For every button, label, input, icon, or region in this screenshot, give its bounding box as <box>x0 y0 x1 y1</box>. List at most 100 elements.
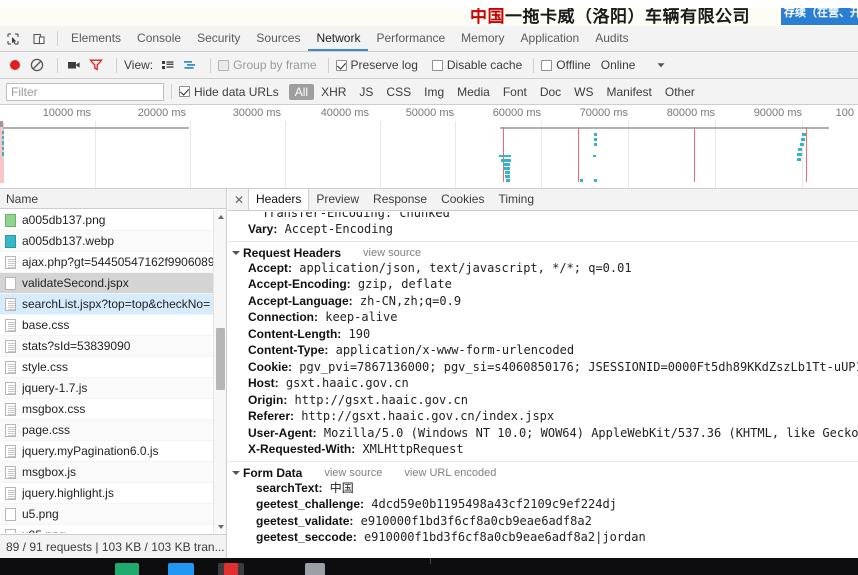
header-value: gsxt.haaic.gov.cn <box>278 376 409 390</box>
chevron-down-icon[interactable] <box>655 52 667 78</box>
view-source-link[interactable]: view source <box>363 247 421 259</box>
filter-type-font[interactable]: Font <box>497 84 533 100</box>
timeline-marker-red-3 <box>694 127 695 182</box>
devtools-tabbar: Elements Console Security Sources Networ… <box>0 26 858 52</box>
preserve-log-label: Preserve log <box>350 58 418 72</box>
timeline-tick-0: 10000 ms <box>42 107 91 119</box>
toolbar-divider <box>57 57 58 73</box>
filter-type-other[interactable]: Other <box>659 84 701 100</box>
hide-data-urls-checkbox[interactable]: Hide data URLs <box>179 79 279 105</box>
preserve-log-checkbox[interactable]: Preserve log <box>335 52 418 78</box>
filter-type-all[interactable]: All <box>288 83 315 100</box>
taskbar-icon-red[interactable] <box>224 563 238 575</box>
tab-elements[interactable]: Elements <box>63 26 129 51</box>
filter-type-js[interactable]: JS <box>353 84 379 100</box>
filter-type-img[interactable]: Img <box>418 84 450 100</box>
timeline-tick-7: 80000 ms <box>666 107 715 119</box>
document-icon <box>5 360 16 374</box>
filter-type-css[interactable]: CSS <box>380 84 417 100</box>
inspect-element-icon[interactable] <box>0 27 26 51</box>
document-icon <box>5 444 16 458</box>
devtools-window: 中国一拖卡威（洛阳）车辆有限公司 存续（在营、开业） Elements Cons… <box>0 0 858 575</box>
table-row[interactable]: validateSecond.jspx <box>0 273 226 294</box>
view-waterfall-icon[interactable] <box>181 52 199 78</box>
scroll-down-icon[interactable] <box>214 520 226 533</box>
tab-timing[interactable]: Timing <box>491 189 541 210</box>
throttling-select[interactable]: Online <box>601 52 636 78</box>
group-by-frame-box <box>218 59 230 71</box>
tab-network[interactable]: Network <box>308 26 369 51</box>
request-name: msgbox.js <box>22 465 77 479</box>
header-row: Content-Length: 190 <box>234 326 858 343</box>
filter-icon[interactable] <box>87 52 105 78</box>
tab-performance[interactable]: Performance <box>368 26 453 51</box>
request-headers-section[interactable]: Request Headers view source <box>232 246 858 260</box>
table-row[interactable]: jquery-1.7.js <box>0 378 226 399</box>
device-toolbar-icon[interactable] <box>26 27 52 51</box>
preserve-log-box <box>335 59 347 71</box>
disable-cache-checkbox[interactable]: Disable cache <box>431 52 522 78</box>
group-by-frame-checkbox[interactable]: Group by frame <box>218 52 317 78</box>
filter-type-doc[interactable]: Doc <box>534 84 567 100</box>
header-key: Content-Type: <box>248 343 329 357</box>
company-status-badge[interactable]: 存续（在营、开业） <box>781 8 858 25</box>
view-url-encoded-link[interactable]: view URL encoded <box>404 467 496 479</box>
scrollbar-thumb[interactable] <box>216 328 225 390</box>
headers-content[interactable]: Transfer-Encoding: chunked Vary: Accept-… <box>228 212 858 558</box>
details-pane: ✕ Headers Preview Response Cookies Timin… <box>228 189 858 558</box>
tab-console[interactable]: Console <box>129 26 189 51</box>
filter-input[interactable] <box>6 82 164 101</box>
table-row[interactable]: u5.png <box>0 504 226 525</box>
filter-type-media[interactable]: Media <box>451 84 496 100</box>
table-row[interactable]: ajax.php?gt=54450547162f9906089 <box>0 252 226 273</box>
table-row[interactable]: jquery.myPagination6.0.js <box>0 441 226 462</box>
tab-response[interactable]: Response <box>366 189 434 210</box>
table-row[interactable]: base.css <box>0 315 226 336</box>
taskbar-icon-blue[interactable] <box>168 563 194 575</box>
filter-type-ws[interactable]: WS <box>568 84 599 100</box>
filter-type-xhr[interactable]: XHR <box>315 84 352 100</box>
table-row[interactable]: stats?sId=53839090 <box>0 336 226 357</box>
table-row[interactable]: msgbox.js <box>0 462 226 483</box>
table-row[interactable]: style.css <box>0 357 226 378</box>
clear-button[interactable] <box>28 52 46 78</box>
record-button[interactable] <box>6 52 24 78</box>
filter-type-manifest[interactable]: Manifest <box>601 84 658 100</box>
table-row[interactable]: searchList.jspx?top=top&checkNo= <box>0 294 226 315</box>
offline-checkbox[interactable]: Offline <box>541 52 591 78</box>
image-grey-icon <box>5 528 16 533</box>
network-timeline-overview[interactable]: 10000 ms 20000 ms 30000 ms 40000 ms 5000… <box>0 105 858 189</box>
requests-scrollbar[interactable] <box>213 210 226 533</box>
request-name: stats?sId=53839090 <box>22 339 131 353</box>
header-value: Mozilla/5.0 (Windows NT 10.0; WOW64) App… <box>316 425 858 440</box>
tab-headers[interactable]: Headers <box>248 189 310 210</box>
scroll-up-icon[interactable] <box>214 210 226 223</box>
tab-sources[interactable]: Sources <box>248 26 308 51</box>
table-row[interactable]: msgbox.css <box>0 399 226 420</box>
windows-taskbar[interactable] <box>0 558 858 575</box>
table-row[interactable]: a005db137.webp <box>0 231 226 252</box>
header-row: Connection: keep-alive <box>234 309 858 326</box>
table-row[interactable]: page.css <box>0 420 226 441</box>
document-icon <box>5 339 16 353</box>
table-row[interactable]: a005db137.png <box>0 210 226 231</box>
table-row[interactable]: jquery.highlight.js <box>0 483 226 504</box>
table-row[interactable]: u95.png <box>0 525 226 533</box>
close-icon[interactable]: ✕ <box>230 193 248 207</box>
form-data-section[interactable]: Form Data view source view URL encoded <box>232 466 858 480</box>
view-source-link[interactable]: view source <box>324 467 382 479</box>
capture-screenshots-icon[interactable] <box>65 52 83 78</box>
requests-list[interactable]: a005db137.png a005db137.webp ajax.php?gt… <box>0 210 226 533</box>
tab-audits[interactable]: Audits <box>587 26 636 51</box>
tab-security[interactable]: Security <box>189 26 248 51</box>
network-split-view: Name a005db137.png a005db137.webp ajax.p… <box>0 189 858 558</box>
tab-memory[interactable]: Memory <box>453 26 512 51</box>
view-list-icon[interactable] <box>159 52 177 78</box>
toolbar-divider <box>533 57 535 73</box>
tab-preview[interactable]: Preview <box>309 189 366 210</box>
taskbar-icon-grey[interactable] <box>305 563 325 575</box>
taskbar-icon-green[interactable] <box>115 563 139 575</box>
tab-application[interactable]: Application <box>513 26 588 51</box>
tab-cookies[interactable]: Cookies <box>434 189 491 210</box>
network-filterbar: Hide data URLs All XHR JS CSS Img Media … <box>0 79 858 105</box>
